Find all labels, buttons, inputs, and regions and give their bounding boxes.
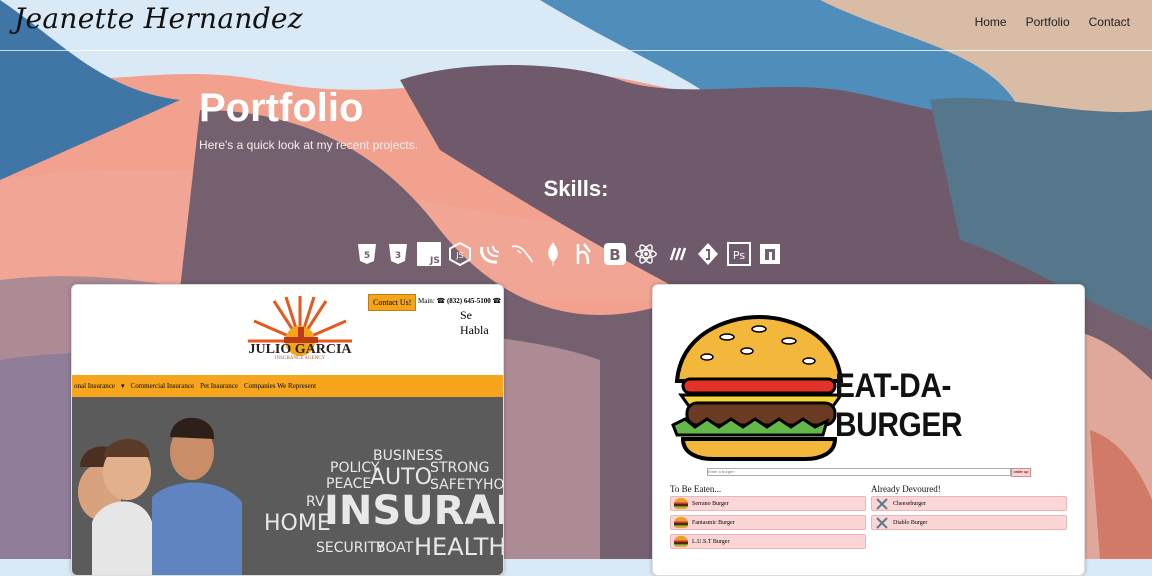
insurance-menu: onal Insurance ▾ Commercial Insurance Pet… [72,375,503,397]
express-icon [665,241,689,267]
caret-down-icon: ▾ [121,382,125,390]
photoshop-icon: Ps [727,241,751,267]
page-subtitle: Here's a quick look at my recent project… [199,138,419,152]
phone-number[interactable]: (832) 645-5100 [447,297,491,305]
burger-icon [671,314,844,461]
se-habla-text: Se Habla [460,308,489,337]
chalk-strong: STRONG [430,460,490,476]
project-card-burger[interactable]: EAT-DA-BURGER Enter a burger! order up T… [652,284,1085,576]
navbar: Jeanette Hernandez Home Portfolio Contac… [0,0,1152,51]
mysql-icon [510,241,534,267]
chalk-boat: BOAT [376,540,414,556]
handlebars-icon [572,241,596,267]
javascript-icon: JS [417,241,441,267]
chalk-health: HEALTH [414,533,504,561]
main-label: Main: [418,297,435,305]
to-be-eaten-heading: To Be Eaten... [670,484,722,494]
chalkboard-hero: POLICY BUSINESS STRONG PEACE AUTO SAFETY… [72,397,504,575]
html5-icon: 5 [355,241,379,267]
main-phone: Main: ☎ (832) 645-5100 ☎ [418,297,502,305]
npm-icon [758,241,782,267]
fork-knife-icon [875,516,889,529]
burger-icon [674,498,688,509]
react-icon [634,241,658,267]
svg-text:3: 3 [395,251,401,261]
nav-home[interactable]: Home [975,15,1007,29]
list-item[interactable]: Diablo Burger [871,515,1067,530]
sunburst-logo-icon [248,296,352,356]
menu-commercial-insurance[interactable]: Commercial Insurance [131,382,195,390]
heroku-icon [696,241,720,267]
skills-heading: Skills: [543,176,609,201]
burger-title: EAT-DA-BURGER [835,367,963,444]
chalk-security: SECURITY [316,540,385,556]
order-up-button[interactable]: order up [1011,468,1031,477]
svg-text:5: 5 [364,251,370,261]
bootstrap-icon: B [603,241,627,267]
svg-text:JS: JS [455,251,463,260]
menu-personal-insurance[interactable]: onal Insurance [74,382,115,390]
family-photo [78,417,242,575]
skills-icons: 5 3 JS JS B Ps [355,241,782,267]
svg-text:Ps: Ps [733,249,745,262]
contact-us-button[interactable]: Contact Us! [368,294,417,311]
brand-subtitle: INSURANCE AGENCY [274,356,326,361]
project-card-insurance[interactable]: JULIO GARCIA INSURANCE AGENCY Contact Us… [71,284,504,576]
burger-name: Fantasmic Burger [692,519,735,526]
chalk-auto: AUTO [370,465,432,490]
nodejs-icon: JS [448,241,472,267]
already-devoured-heading: Already Devoured! [871,484,941,494]
mongodb-icon [541,241,565,267]
list-item[interactable]: Fantasmic Burger [670,515,866,530]
burger-icon [674,517,688,528]
site-logo[interactable]: Jeanette Hernandez [14,2,303,35]
page-title: Portfolio [199,86,364,130]
list-item[interactable]: Serrano Burger [670,496,866,511]
css3-icon: 3 [386,241,410,267]
burger-input[interactable]: Enter a burger! [707,468,1011,476]
burger-name: Diablo Burger [893,519,928,526]
chalk-rv: RV [306,494,325,510]
burger-name: Serrano Burger [692,500,729,507]
nav-menu: Home Portfolio Contact [975,15,1130,29]
list-item[interactable]: L.U.S.T Burger [670,534,866,549]
burger-name: L.U.S.T Burger [692,538,730,545]
burger-name: Cheeseburger [893,500,926,507]
chalk-home: HOME [264,511,331,536]
burger-icon [674,536,688,547]
menu-pet-insurance[interactable]: Pet Insurance [200,382,238,390]
menu-companies[interactable]: Companies We Represent [244,382,316,390]
fork-knife-icon [875,497,889,510]
svg-text:B: B [609,246,620,264]
jquery-icon [479,241,503,267]
nav-contact[interactable]: Contact [1089,15,1130,29]
nav-portfolio[interactable]: Portfolio [1026,15,1070,29]
list-item[interactable]: Cheeseburger [871,496,1067,511]
svg-text:JS: JS [429,256,440,266]
chalk-insurance: INSURANC [324,488,503,534]
